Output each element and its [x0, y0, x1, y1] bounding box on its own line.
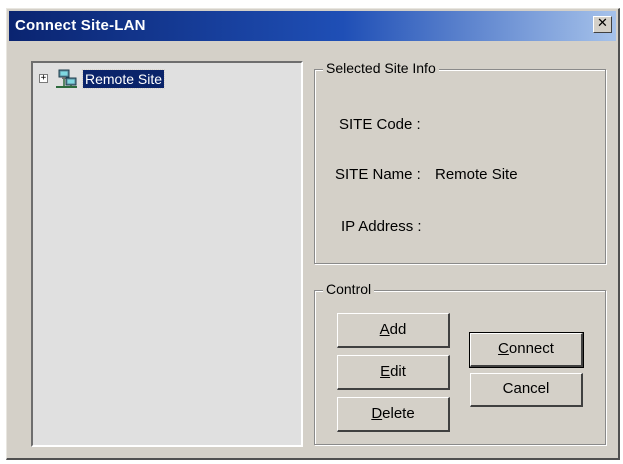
- edit-mnemonic: E: [380, 363, 391, 380]
- network-computers-icon: [56, 69, 77, 88]
- add-button[interactable]: Add: [337, 313, 450, 348]
- group-legend-control: Control: [323, 281, 375, 297]
- site-tree-view[interactable]: + Remote Site: [31, 61, 303, 447]
- add-mnemonic: A: [379, 321, 390, 338]
- site-code-label: SITE Code :: [339, 116, 421, 133]
- close-icon: ✕: [597, 16, 608, 31]
- edit-button[interactable]: Edit: [337, 355, 450, 390]
- title-bar[interactable]: Connect Site-LAN ✕: [9, 11, 616, 41]
- edit-rest: dit: [390, 363, 406, 380]
- expand-plus-icon[interactable]: +: [39, 74, 48, 83]
- tree-item-label: Remote Site: [81, 69, 166, 89]
- cancel-button[interactable]: Cancel: [470, 373, 583, 407]
- connect-button[interactable]: Connect: [469, 332, 584, 368]
- group-legend-site-info: Selected Site Info: [323, 60, 439, 76]
- control-group: Control Add Edit Delete Connect Cancel: [314, 281, 606, 445]
- connect-rest: onnect: [508, 340, 554, 357]
- ip-address-label: IP Address :: [341, 218, 422, 235]
- close-button[interactable]: ✕: [593, 16, 612, 33]
- delete-mnemonic: D: [371, 405, 383, 422]
- window-title: Connect Site-LAN: [15, 17, 146, 34]
- site-name-value: Remote Site: [435, 166, 518, 183]
- connect-site-lan-dialog: Connect Site-LAN ✕ + Remote Site Selecte…: [6, 8, 620, 460]
- delete-button[interactable]: Delete: [337, 397, 450, 432]
- connect-mnemonic: C: [498, 340, 509, 357]
- add-rest: dd: [389, 321, 407, 338]
- selected-site-info-group: Selected Site Info SITE Code : SITE Name…: [314, 60, 606, 264]
- delete-rest: elete: [382, 405, 415, 422]
- site-name-label: SITE Name :: [335, 166, 421, 183]
